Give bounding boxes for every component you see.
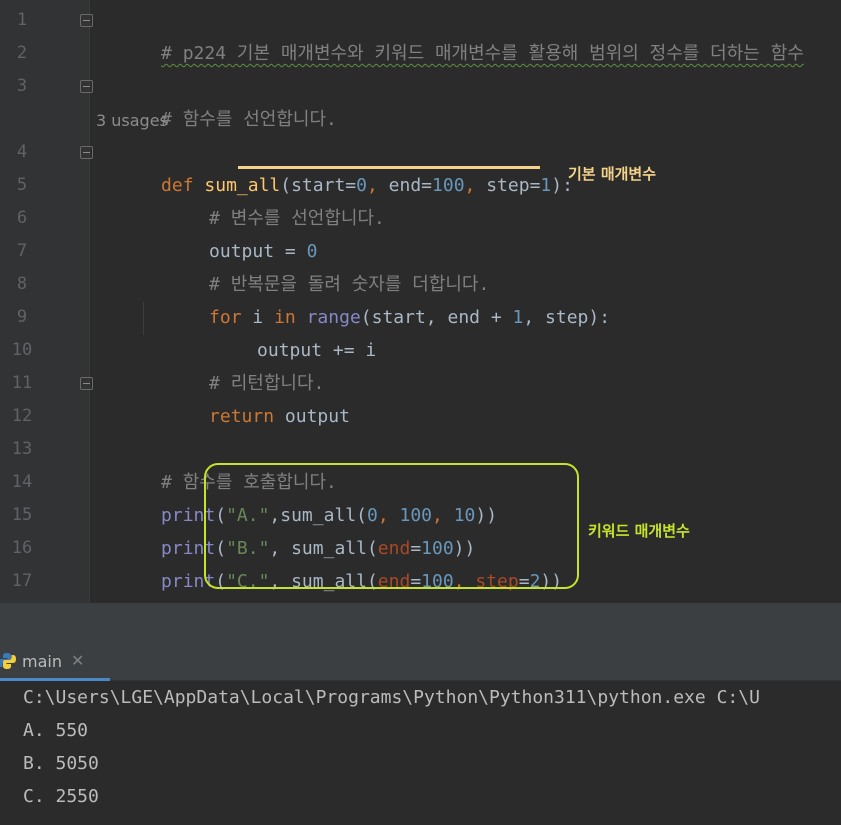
code-line-11: return output	[144, 367, 350, 427]
comment: # p224 기본 매개변수와 키워드 매개변수를 활용해 범위의 정수를 더하…	[161, 43, 804, 64]
line-number: 4	[16, 142, 28, 162]
param-step: step=	[486, 175, 541, 196]
param-end: end=	[388, 175, 433, 196]
code-editor[interactable]: 1 2 3 4 5 6 7 8 9 10 11 12 13 14 15 16 1…	[0, 0, 841, 603]
keyword-params-label: 키워드 매개변수	[588, 522, 690, 540]
code-line-5: # 변수를 선언합니다.	[144, 169, 385, 229]
code-line-3: # 함수를 선언합니다.	[96, 70, 337, 130]
code-line-10: # 리턴합니다.	[144, 334, 324, 394]
line-number: 12	[11, 406, 33, 426]
run-console-output[interactable]: C:\Users\LGE\AppData\Local\Programs\Pyth…	[0, 681, 841, 825]
run-tool-window-header: main ✕	[0, 643, 841, 681]
comma: ,	[464, 175, 487, 196]
line-number: 15	[11, 505, 33, 525]
fold-collapse-icon[interactable]	[80, 146, 93, 159]
line-number: 11	[11, 373, 33, 393]
number: 100	[432, 175, 465, 196]
code-line-13: # 함수를 호출합니다.	[96, 433, 337, 493]
range-args: (start, end +	[360, 307, 513, 328]
keyword-return: return	[209, 406, 275, 427]
code-line-6: output = 0	[144, 202, 317, 262]
number: 1	[540, 175, 552, 196]
code-line-4: def sum_all(start=0, end=100, step=1):	[96, 136, 573, 196]
line-number: 3	[16, 76, 28, 96]
line-number-gutter: 1 2 3 4 5 6 7 8 9 10 11 12 13 14 15 16 1…	[0, 0, 90, 603]
run-tab-main[interactable]: main ✕	[0, 643, 110, 681]
code-line-9: output += i	[192, 301, 376, 361]
line-number: 6	[16, 208, 28, 228]
default-params-label: 기본 매개변수	[568, 165, 657, 183]
line-number: 9	[16, 307, 28, 327]
line-number: 13	[11, 439, 33, 459]
default-params-underline	[238, 166, 540, 169]
panel-separator	[0, 603, 841, 643]
code-line-7: # 반복문을 돌려 숫자를 더합니다.	[144, 235, 489, 295]
line-number: 7	[16, 241, 28, 261]
fold-end-icon[interactable]	[80, 377, 93, 390]
line-number: 16	[11, 538, 33, 558]
range-args-end: , step):	[523, 307, 611, 328]
number: 1	[512, 307, 524, 328]
line-number: 5	[16, 175, 28, 195]
close-icon[interactable]: ✕	[71, 651, 84, 670]
run-tab-label: main	[22, 652, 62, 671]
code-line-1: # p224 기본 매개변수와 키워드 매개변수를 활용해 범위의 정수를 더하…	[96, 4, 804, 64]
line-number: 2	[16, 43, 28, 63]
fold-collapse-icon[interactable]	[80, 80, 93, 93]
line-number: 1	[16, 10, 28, 30]
usages-hint[interactable]: 3 usages	[96, 104, 168, 137]
console-line: A. 550	[23, 720, 89, 741]
comment: # 함수를 선언합니다.	[161, 109, 337, 130]
fold-collapse-icon[interactable]	[80, 14, 93, 27]
keyword-params-box	[204, 463, 579, 589]
line-number: 8	[16, 274, 28, 294]
console-line: B. 5050	[23, 753, 99, 774]
line-number: 14	[11, 472, 33, 492]
line-number: 17	[11, 571, 33, 591]
console-line: C. 2550	[23, 786, 99, 807]
return-value: output	[274, 406, 350, 427]
console-line: C:\Users\LGE\AppData\Local\Programs\Pyth…	[23, 687, 760, 708]
line-number: 10	[11, 340, 33, 360]
python-icon	[0, 653, 16, 669]
code-line-8: for i in range(start, end + 1, step):	[144, 268, 610, 328]
